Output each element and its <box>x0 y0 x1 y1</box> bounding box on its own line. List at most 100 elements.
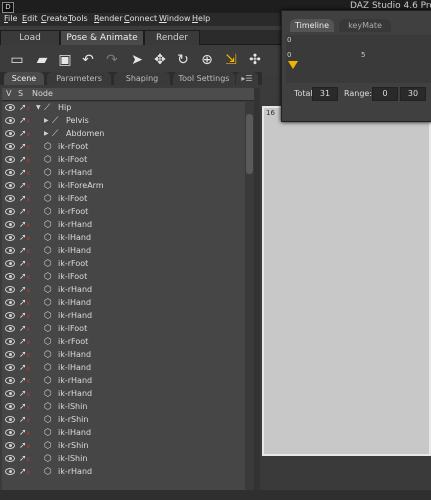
selectable-toggle-icon[interactable]: ➚x <box>19 402 30 413</box>
selectable-toggle-icon[interactable]: ➚x <box>19 337 30 348</box>
visibility-eye-icon[interactable] <box>5 416 15 423</box>
selectable-toggle-icon[interactable]: ➚x <box>19 363 30 374</box>
visibility-eye-icon[interactable] <box>5 130 15 137</box>
scale-tool-icon[interactable]: ⊕ <box>198 51 216 69</box>
scene-node-row[interactable]: ➚x ⬡ ik-rFoot <box>2 141 245 154</box>
menu-window[interactable]: Window <box>159 14 191 23</box>
visibility-eye-icon[interactable] <box>5 117 15 124</box>
selectable-toggle-icon[interactable]: ➚x <box>19 467 30 478</box>
open-folder-icon[interactable]: ▰ <box>33 51 51 69</box>
visibility-eye-icon[interactable] <box>5 208 15 215</box>
timeline-ruler[interactable]: 0 0 5 <box>286 35 431 83</box>
tab-timeline[interactable]: Timeline <box>290 19 334 32</box>
selectable-toggle-icon[interactable]: ➚x <box>19 155 30 166</box>
visibility-eye-icon[interactable] <box>5 468 15 475</box>
scene-node-row[interactable]: ➚x ⬡ ik-lShin <box>2 453 245 466</box>
tab-tool-settings[interactable]: Tool Settings <box>173 72 235 85</box>
visibility-eye-icon[interactable] <box>5 182 15 189</box>
scene-node-row[interactable]: ➚x ⬡ ik-rFoot <box>2 258 245 271</box>
range-start-field[interactable]: 0 <box>372 87 398 101</box>
selectable-toggle-icon[interactable]: ➚x <box>19 103 30 114</box>
menu-tools[interactable]: Tools <box>68 14 88 23</box>
scene-scrollbar[interactable] <box>245 102 254 490</box>
tab-render[interactable]: Render <box>144 30 200 45</box>
visibility-eye-icon[interactable] <box>5 234 15 241</box>
selectable-toggle-icon[interactable]: ➚x <box>19 415 30 426</box>
menu-edit[interactable]: Edit <box>22 14 38 23</box>
scene-node-row[interactable]: ➚x ⬡ ik-rHand <box>2 219 245 232</box>
selectable-toggle-icon[interactable]: ➚x <box>19 259 30 270</box>
tab-pose-animate[interactable]: Pose & Animate <box>60 30 144 45</box>
tab-shaping[interactable]: Shaping <box>114 72 170 85</box>
selectable-toggle-icon[interactable]: ➚x <box>19 350 30 361</box>
expand-down-icon[interactable]: ▼ <box>36 104 41 111</box>
scene-node-row[interactable]: ➚x ⬡ ik-lHand <box>2 297 245 310</box>
visibility-eye-icon[interactable] <box>5 312 15 319</box>
selectable-toggle-icon[interactable]: ➚x <box>19 220 30 231</box>
scene-node-row[interactable]: ➚x ⬡ ik-lShin <box>2 401 245 414</box>
visibility-eye-icon[interactable] <box>5 156 15 163</box>
scene-node-row[interactable]: ➚x ⬡ ik-rHand <box>2 167 245 180</box>
scene-node-row[interactable]: ➚x ▼ ⟋ Hip <box>2 102 245 115</box>
total-field[interactable]: 31 <box>312 87 338 101</box>
menu-render[interactable]: Render <box>94 14 122 23</box>
visibility-eye-icon[interactable] <box>5 403 15 410</box>
selectable-toggle-icon[interactable]: ➚x <box>19 233 30 244</box>
menu-help[interactable]: Help <box>192 14 210 23</box>
undo-icon[interactable]: ↶ <box>79 51 97 69</box>
redo-icon[interactable]: ↷ <box>103 51 121 69</box>
selectable-toggle-icon[interactable]: ➚x <box>19 285 30 296</box>
playhead-marker[interactable] <box>288 61 298 69</box>
visibility-eye-icon[interactable] <box>5 364 15 371</box>
selectable-toggle-icon[interactable]: ➚x <box>19 194 30 205</box>
scene-node-row[interactable]: ➚x ⬡ ik-lFoot <box>2 271 245 284</box>
selectable-toggle-icon[interactable]: ➚x <box>19 324 30 335</box>
scene-node-row[interactable]: ➚x ⬡ ik-rHand <box>2 284 245 297</box>
scene-node-row[interactable]: ➚x ⬡ ik-rShin <box>2 414 245 427</box>
tab-scene[interactable]: Scene <box>4 72 44 85</box>
tab-load[interactable]: Load <box>0 30 60 45</box>
visibility-eye-icon[interactable] <box>5 104 15 111</box>
scene-node-row[interactable]: ➚x ⬡ ik-lHand <box>2 245 245 258</box>
scene-node-row[interactable]: ➚x ▶ ⟋ Abdomen <box>2 128 245 141</box>
joint-editor-icon[interactable]: ✣ <box>246 51 264 69</box>
visibility-eye-icon[interactable] <box>5 429 15 436</box>
selectable-toggle-icon[interactable]: ➚x <box>19 428 30 439</box>
node-column-header[interactable]: Node <box>32 89 53 98</box>
selectable-toggle-icon[interactable]: ➚x <box>19 246 30 257</box>
scene-node-row[interactable]: ➚x ⬡ ik-rShin <box>2 440 245 453</box>
menu-create[interactable]: Create <box>41 14 68 23</box>
selectable-toggle-icon[interactable]: ➚x <box>19 207 30 218</box>
scene-node-row[interactable]: ➚x ⬡ ik-lFoot <box>2 154 245 167</box>
selectable-column-header[interactable]: S <box>18 89 23 98</box>
rotate-tool-icon[interactable]: ↻ <box>174 51 192 69</box>
scrollbar-thumb[interactable] <box>246 114 253 174</box>
panel-menu-icon[interactable]: ▸☰ <box>236 72 258 85</box>
selectable-toggle-icon[interactable]: ➚x <box>19 181 30 192</box>
tab-parameters[interactable]: Parameters <box>47 72 111 85</box>
scene-node-row[interactable]: ➚x ⬡ ik-rHand <box>2 310 245 323</box>
visibility-eye-icon[interactable] <box>5 299 15 306</box>
selectable-toggle-icon[interactable]: ➚x <box>19 116 30 127</box>
visibility-eye-icon[interactable] <box>5 143 15 150</box>
selectable-toggle-icon[interactable]: ➚x <box>19 376 30 387</box>
visibility-eye-icon[interactable] <box>5 286 15 293</box>
viewport[interactable]: 16 <box>262 106 431 456</box>
tab-keymate[interactable]: keyMate <box>339 19 391 32</box>
visibility-eye-icon[interactable] <box>5 351 15 358</box>
visibility-eye-icon[interactable] <box>5 260 15 267</box>
universal-tool-icon[interactable]: ⇲ <box>222 51 240 69</box>
visibility-eye-icon[interactable] <box>5 377 15 384</box>
range-end-field[interactable]: 30 <box>400 87 426 101</box>
scene-node-row[interactable]: ➚x ⬡ ik-rHand <box>2 375 245 388</box>
visibility-eye-icon[interactable] <box>5 221 15 228</box>
scene-node-row[interactable]: ➚x ⬡ ik-lHand <box>2 232 245 245</box>
selectable-toggle-icon[interactable]: ➚x <box>19 389 30 400</box>
scene-node-row[interactable]: ➚x ⬡ ik-lForeArm <box>2 180 245 193</box>
scene-node-row[interactable]: ➚x ⬡ ik-rHand <box>2 388 245 401</box>
menu-file[interactable]: File <box>4 14 17 23</box>
scene-node-row[interactable]: ➚x ⬡ ik-rFoot <box>2 336 245 349</box>
selectable-toggle-icon[interactable]: ➚x <box>19 441 30 452</box>
scene-node-row[interactable]: ➚x ⬡ ik-lFoot <box>2 193 245 206</box>
visibility-eye-icon[interactable] <box>5 338 15 345</box>
